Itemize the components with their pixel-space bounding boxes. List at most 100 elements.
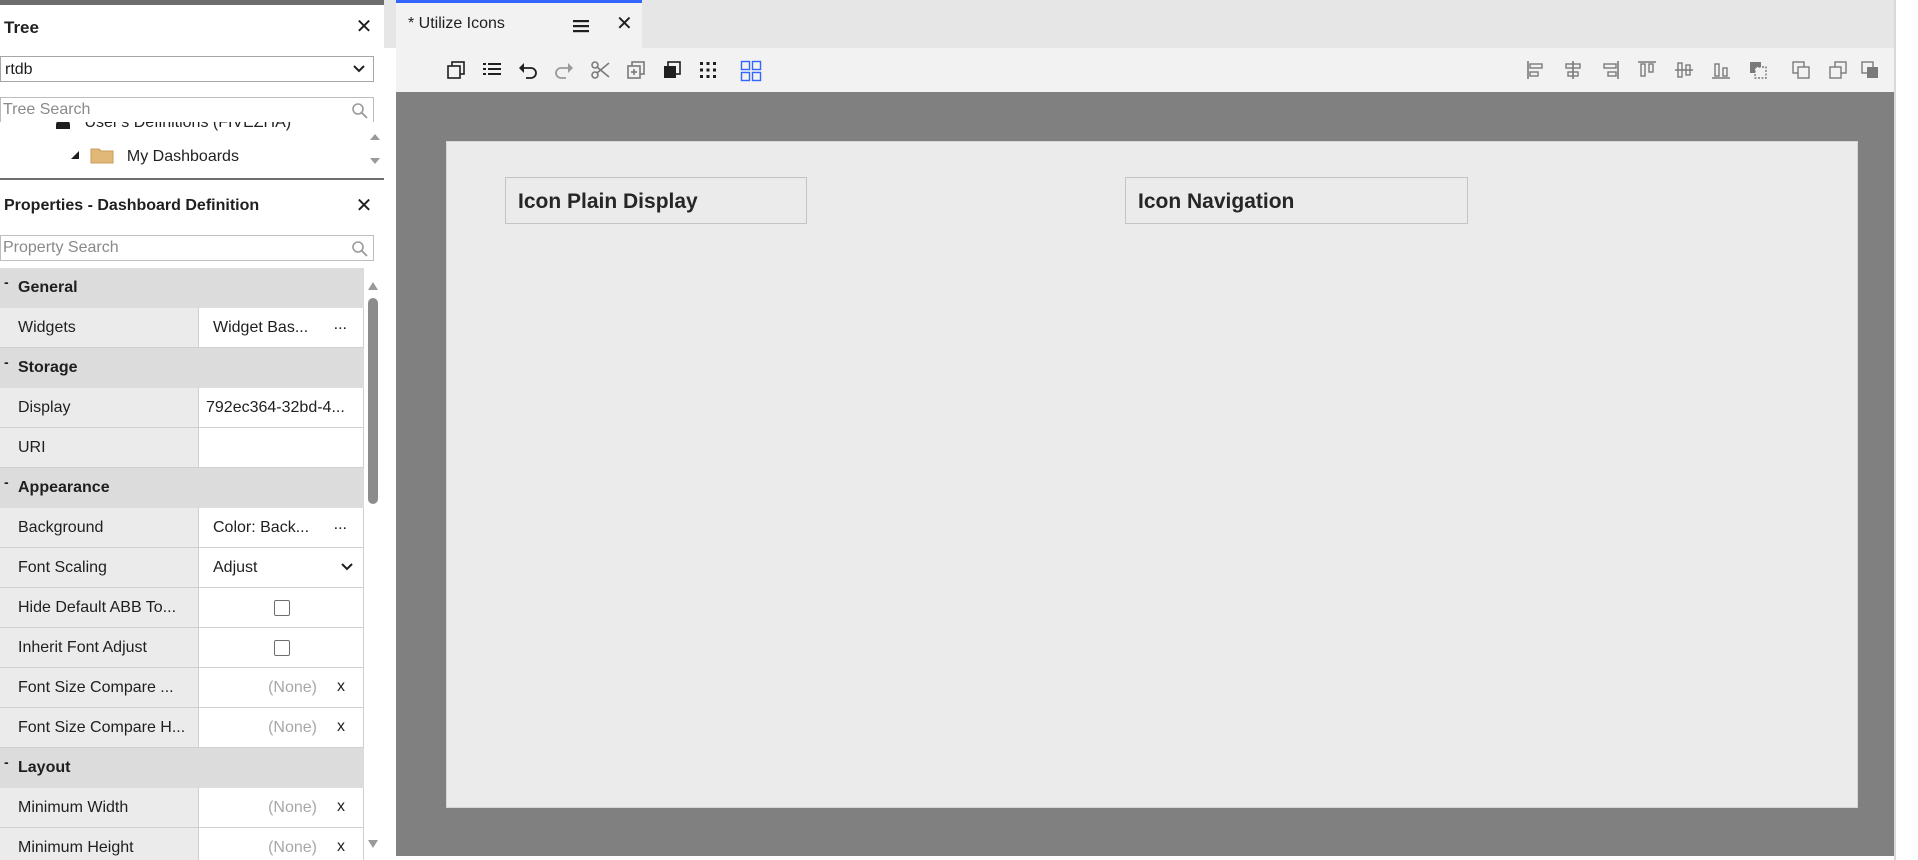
property-value-display[interactable]: 792ec364-32bd-4... [198, 388, 364, 427]
property-value-widgets[interactable]: Widget Bas... ... [198, 308, 364, 347]
tree-panel-title: Tree [4, 18, 39, 37]
inherit-font-checkbox[interactable] [274, 640, 290, 656]
widget-title: Icon Plain Display [518, 190, 698, 213]
align-top-icon[interactable] [1633, 56, 1661, 84]
align-bottom-icon[interactable] [1707, 56, 1735, 84]
widget-icon-navigation[interactable]: Icon Navigation [1125, 177, 1468, 224]
tree-panel-close-icon[interactable]: ✕ [354, 17, 374, 37]
align-center-icon[interactable] [1559, 56, 1587, 84]
clear-button[interactable]: x [337, 678, 345, 696]
property-name: Font Scaling [18, 559, 107, 576]
property-row-widgets: Widgets Widget Bas... ... [0, 308, 364, 348]
clear-button[interactable]: x [337, 718, 345, 736]
property-name: Display [18, 399, 71, 416]
property-value-background[interactable]: Color: Back... ... [198, 508, 364, 547]
window-edge [1894, 0, 1918, 860]
property-grid: - General Widgets Widget Bas... ... - St… [0, 268, 364, 860]
property-name: Font Size Compare ... [18, 679, 174, 696]
property-value-font-compare-w[interactable]: (None) x [198, 668, 364, 707]
property-search-input[interactable] [3, 238, 343, 258]
send-backward-icon[interactable] [1744, 56, 1772, 84]
property-value-min-height[interactable]: (None) x [198, 828, 364, 860]
property-row-font-compare-h: Font Size Compare H... (None) x [0, 708, 364, 748]
chevron-down-icon [339, 558, 355, 579]
search-icon[interactable] [351, 240, 369, 263]
property-value-font-compare-h[interactable]: (None) x [198, 708, 364, 747]
tree-item-my-dashboards[interactable]: My Dashboards [70, 146, 239, 168]
same-height-icon[interactable] [1824, 56, 1852, 84]
property-row-font-scaling: Font Scaling Adjust [0, 548, 364, 588]
user-icon [56, 122, 70, 129]
same-width-icon[interactable] [1787, 56, 1815, 84]
section-layout[interactable]: - Layout [0, 748, 364, 788]
hide-default-checkbox[interactable] [274, 600, 290, 616]
clear-button[interactable]: x [337, 838, 345, 856]
duplicate-icon[interactable] [622, 56, 650, 84]
property-value-inherit-font [198, 628, 364, 667]
section-general[interactable]: - General [0, 268, 364, 308]
tab-utilize-icons[interactable]: * Utilize Icons ✕ [396, 0, 642, 48]
tree-scrollbar[interactable] [368, 132, 382, 166]
property-name: Widgets [18, 319, 76, 336]
redo-icon[interactable] [550, 56, 578, 84]
property-value-text: 792ec364-32bd-4... [206, 399, 345, 416]
section-appearance[interactable]: - Appearance [0, 468, 364, 508]
same-size-icon[interactable] [1856, 56, 1884, 84]
scroll-up-icon[interactable] [367, 278, 379, 296]
scrollbar-thumb[interactable] [368, 298, 378, 504]
snap-grid-icon[interactable] [736, 56, 764, 84]
property-value-uri[interactable] [198, 428, 364, 467]
chevron-down-icon [351, 60, 367, 81]
dashboard-canvas[interactable]: Icon Plain Display Icon Navigation [446, 141, 1858, 808]
property-value-none: (None) [268, 719, 317, 736]
font-scaling-select[interactable]: Adjust [198, 548, 364, 587]
expand-triangle-icon[interactable] [70, 147, 80, 165]
properties-panel-close-icon[interactable]: ✕ [354, 196, 374, 216]
database-select[interactable]: rtdb [0, 56, 374, 82]
property-row-uri: URI [0, 428, 364, 468]
section-label: Layout [18, 759, 71, 776]
section-storage[interactable]: - Storage [0, 348, 364, 388]
property-value-text: Widget Bas... [213, 319, 309, 336]
bring-forward-icon[interactable] [658, 56, 686, 84]
collapse-toggle[interactable]: - [4, 354, 9, 370]
hamburger-menu-icon[interactable] [572, 18, 590, 39]
tree-view[interactable]: User's Definitions (FIVEZHA) My Dashboar… [0, 122, 384, 168]
tree-item-users-definitions[interactable]: User's Definitions (FIVEZHA) [56, 122, 291, 132]
undo-icon[interactable] [514, 56, 542, 84]
property-row-min-height: Minimum Height (None) x [0, 828, 364, 860]
property-scrollbar[interactable] [366, 276, 380, 860]
collapse-toggle[interactable]: - [4, 274, 9, 290]
align-middle-icon[interactable] [1670, 56, 1698, 84]
property-search-box [0, 235, 374, 261]
scroll-down-icon[interactable] [367, 836, 379, 854]
property-row-display: Display 792ec364-32bd-4... [0, 388, 364, 428]
collapse-toggle[interactable]: - [4, 754, 9, 770]
property-value-text: Color: Back... [213, 519, 310, 536]
tree-panel-header: Tree ✕ [0, 0, 384, 46]
widget-icon-plain-display[interactable]: Icon Plain Display [505, 177, 807, 224]
property-value-min-width[interactable]: (None) x [198, 788, 364, 827]
clear-button[interactable]: x [337, 798, 345, 816]
properties-panel-header: Properties - Dashboard Definition ✕ [0, 180, 384, 226]
property-row-inherit-font: Inherit Font Adjust [0, 628, 364, 668]
ellipsis-button[interactable]: ... [334, 516, 347, 534]
property-value-none: (None) [268, 679, 317, 696]
section-label: Appearance [18, 479, 110, 496]
tree-search-input[interactable] [3, 100, 343, 120]
copy-icon[interactable] [442, 56, 470, 84]
property-row-min-width: Minimum Width (None) x [0, 788, 364, 828]
align-left-icon[interactable] [1522, 56, 1550, 84]
property-name: Inherit Font Adjust [18, 639, 147, 656]
cut-icon[interactable] [586, 56, 614, 84]
list-icon[interactable] [478, 56, 506, 84]
ellipsis-button[interactable]: ... [334, 316, 347, 334]
tab-close-icon[interactable]: ✕ [616, 14, 633, 34]
property-name: Background [18, 519, 104, 536]
property-row-hide-default: Hide Default ABB To... [0, 588, 364, 628]
grid-dots-icon[interactable] [694, 56, 722, 84]
section-label: Storage [18, 359, 78, 376]
collapse-toggle[interactable]: - [4, 474, 9, 490]
property-row-font-compare-w: Font Size Compare ... (None) x [0, 668, 364, 708]
align-right-icon[interactable] [1596, 56, 1624, 84]
